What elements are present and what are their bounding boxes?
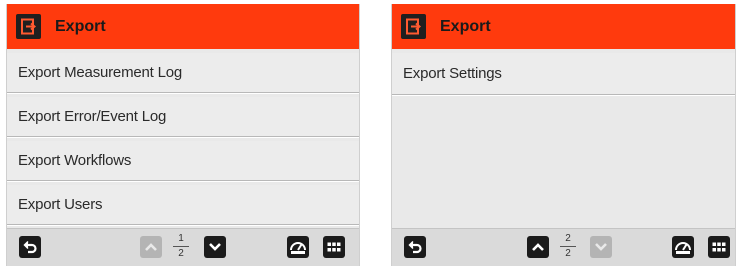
page-indicator: 2 2 bbox=[558, 233, 578, 260]
menu-item-export-users[interactable]: Export Users bbox=[7, 185, 359, 225]
page-up-button[interactable] bbox=[527, 236, 549, 258]
page-down-button[interactable] bbox=[204, 236, 226, 258]
header-bar: Export bbox=[392, 4, 735, 49]
export-icon bbox=[16, 14, 41, 39]
menu-list: Export Settings bbox=[392, 53, 735, 99]
page-title: Export bbox=[440, 17, 491, 35]
page-up-button[interactable] bbox=[140, 236, 162, 258]
back-button[interactable] bbox=[19, 236, 41, 258]
grid-icon bbox=[712, 242, 726, 252]
total-pages: 2 bbox=[565, 248, 571, 259]
menu-item-export-workflows[interactable]: Export Workflows bbox=[7, 141, 359, 181]
dashboard-button[interactable] bbox=[672, 236, 694, 258]
grid-icon bbox=[327, 242, 341, 252]
menu-item-export-settings[interactable]: Export Settings bbox=[392, 53, 735, 95]
page-indicator: 1 2 bbox=[171, 233, 191, 260]
menu-grid-button[interactable] bbox=[708, 236, 730, 258]
export-icon bbox=[401, 14, 426, 39]
page-title: Export bbox=[55, 17, 106, 35]
chevron-up-icon bbox=[532, 243, 544, 251]
gauge-icon bbox=[290, 242, 306, 254]
chevron-up-icon bbox=[145, 243, 157, 251]
chevron-down-icon bbox=[595, 243, 607, 251]
chevron-down-icon bbox=[209, 243, 221, 251]
back-button[interactable] bbox=[404, 236, 426, 258]
menu-item-export-measurement-log[interactable]: Export Measurement Log bbox=[7, 53, 359, 93]
page-down-button[interactable] bbox=[590, 236, 612, 258]
current-page: 1 bbox=[178, 233, 184, 244]
export-screen-page-1: Export Export Measurement Log Export Err… bbox=[6, 4, 360, 266]
gauge-icon bbox=[675, 242, 691, 254]
total-pages: 2 bbox=[178, 248, 184, 259]
menu-list: Export Measurement Log Export Error/Even… bbox=[7, 53, 359, 229]
menu-item-export-error-event-log[interactable]: Export Error/Event Log bbox=[7, 97, 359, 137]
header-bar: Export bbox=[7, 4, 359, 49]
current-page: 2 bbox=[565, 233, 571, 244]
dashboard-button[interactable] bbox=[287, 236, 309, 258]
menu-grid-button[interactable] bbox=[323, 236, 345, 258]
back-arrow-icon bbox=[408, 240, 422, 254]
back-arrow-icon bbox=[23, 240, 37, 254]
bottom-toolbar: 1 2 bbox=[7, 228, 359, 266]
bottom-toolbar: 2 2 bbox=[392, 228, 735, 266]
export-screen-page-2: Export Export Settings 2 2 bbox=[391, 4, 736, 266]
